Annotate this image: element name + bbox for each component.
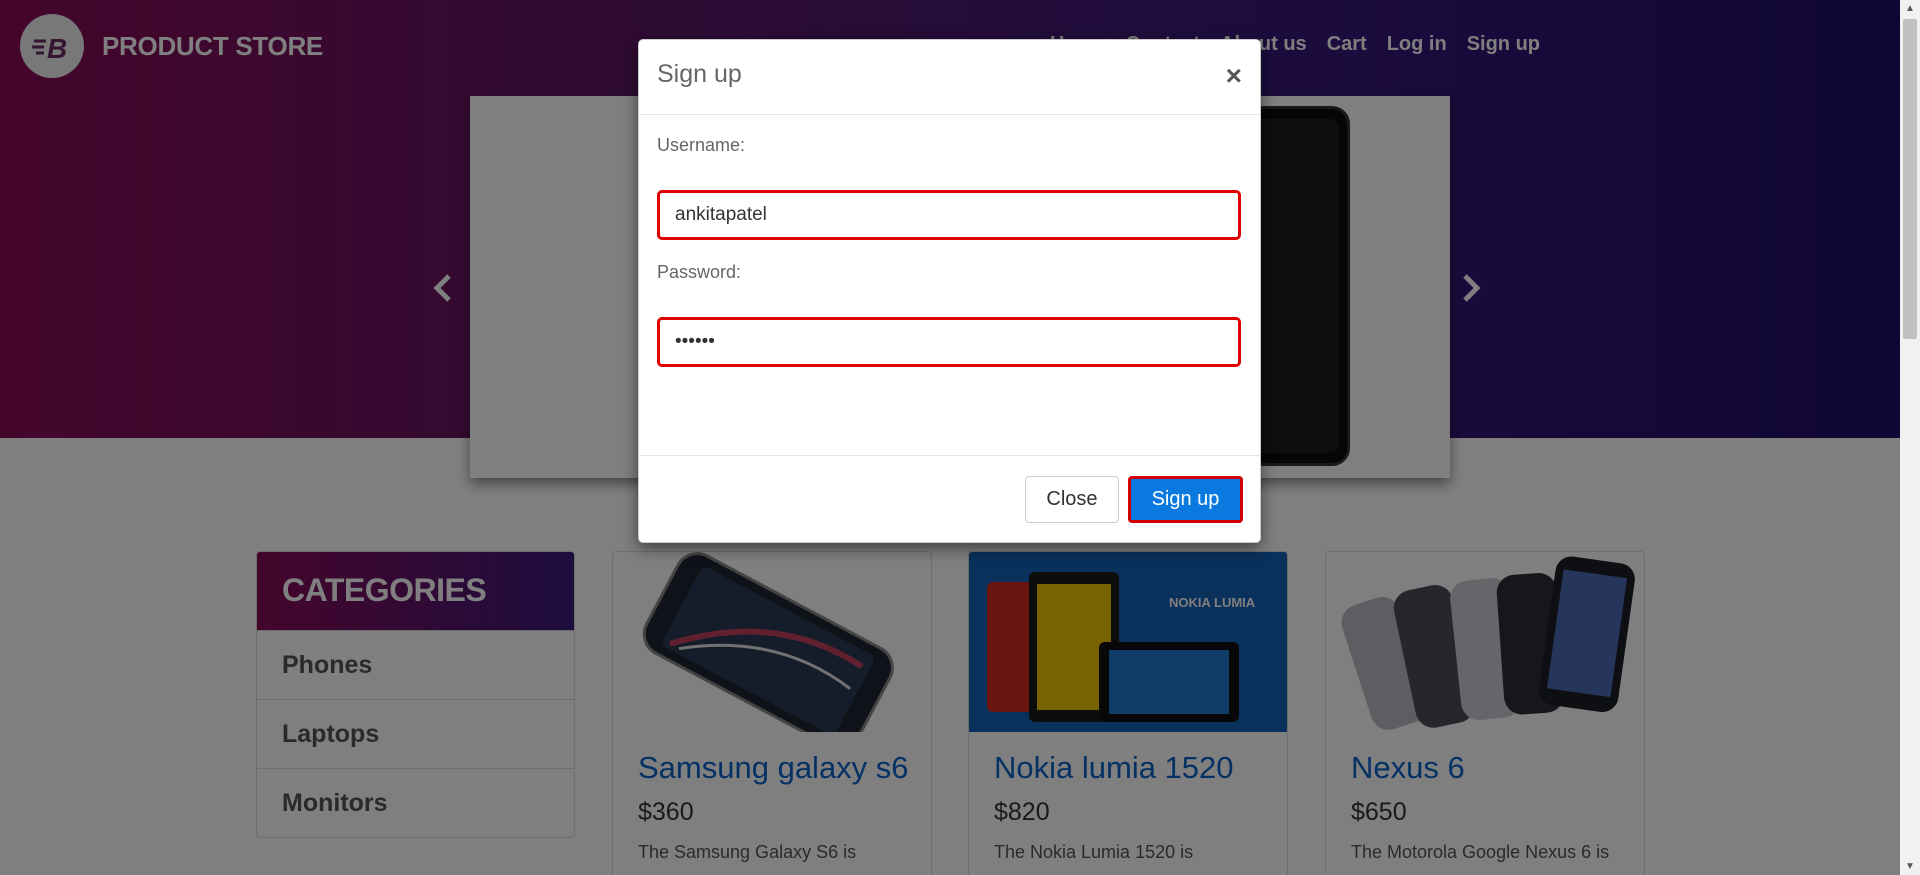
modal-title: Sign up	[657, 60, 742, 88]
signup-modal: Sign up × Username: Password: Close Sign…	[638, 39, 1261, 543]
sign-up-button[interactable]: Sign up	[1128, 476, 1243, 523]
scroll-down-icon[interactable]: ▼	[1900, 858, 1920, 875]
scroll-thumb[interactable]	[1903, 19, 1917, 339]
password-label: Password:	[657, 262, 742, 282]
username-input[interactable]	[657, 190, 1241, 240]
close-icon[interactable]: ×	[1226, 62, 1242, 90]
close-button[interactable]: Close	[1025, 476, 1119, 523]
page-scrollbar[interactable]: ▲ ▼	[1900, 0, 1920, 875]
password-input[interactable]	[657, 317, 1241, 367]
modal-header: Sign up ×	[639, 40, 1260, 115]
modal-body: Username: Password:	[639, 115, 1260, 455]
scroll-up-icon[interactable]: ▲	[1900, 0, 1920, 17]
modal-footer: Close Sign up	[639, 455, 1260, 543]
username-label: Username:	[657, 135, 746, 155]
